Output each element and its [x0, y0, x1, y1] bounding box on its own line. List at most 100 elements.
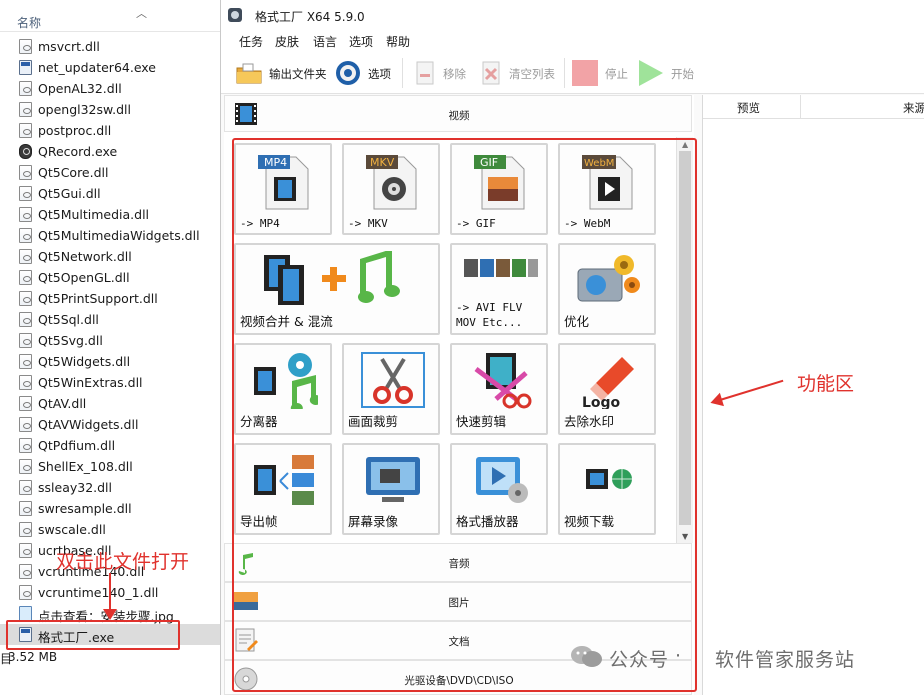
menu-task[interactable]: 任务 — [239, 33, 263, 50]
dll-file-icon — [19, 501, 32, 516]
file-row[interactable]: postproc.dll — [0, 120, 222, 141]
file-name: Qt5Gui.dll — [38, 186, 101, 201]
category-video[interactable]: 视频 — [224, 95, 692, 132]
column-source-label: 来源 — [903, 101, 924, 115]
file-row[interactable]: vcruntime140_1.dll — [0, 582, 222, 603]
file-name: Qt5Multimedia.dll — [38, 207, 150, 222]
dll-file-icon — [19, 585, 32, 600]
app-icon — [228, 8, 242, 22]
start-label: 开始 — [671, 67, 694, 81]
output-folder-button[interactable]: 输出文件夹 — [235, 58, 327, 88]
file-name: opengl32sw.dll — [38, 102, 131, 117]
column-name-label[interactable]: 名称 — [17, 14, 41, 31]
file-row[interactable]: QtAVWidgets.dll — [0, 414, 222, 435]
file-row[interactable]: Qt5Widgets.dll — [0, 351, 222, 372]
file-name: QRecord.exe — [38, 144, 118, 159]
highlight-box-function-area — [232, 138, 697, 692]
menu-language[interactable]: 语言 — [313, 33, 337, 50]
file-row[interactable]: Qt5PrintSupport.dll — [0, 288, 222, 309]
file-row[interactable]: QtAV.dll — [0, 393, 222, 414]
file-row[interactable]: Qt5Svg.dll — [0, 330, 222, 351]
file-name: Qt5Network.dll — [38, 249, 132, 264]
category-video-label: 视频 — [448, 110, 470, 122]
dll-file-icon — [19, 396, 32, 411]
sort-up-icon: ︿ — [136, 7, 147, 20]
clear-list-button[interactable]: 清空列表 — [477, 58, 557, 88]
file-row[interactable]: Qt5WinExtras.dll — [0, 372, 222, 393]
file-name: vcruntime140_1.dll — [38, 585, 159, 600]
output-folder-label: 输出文件夹 — [269, 67, 327, 81]
file-name: Qt5Core.dll — [38, 165, 109, 180]
dll-file-icon — [19, 522, 32, 537]
window-title: 格式工厂 X64 5.9.0 — [255, 10, 365, 24]
dll-file-icon — [19, 165, 32, 180]
file-name: postproc.dll — [38, 123, 112, 138]
file-name: QtAV.dll — [38, 396, 87, 411]
file-name: OpenAL32.dll — [38, 81, 122, 96]
file-row[interactable]: opengl32sw.dll — [0, 99, 222, 120]
dll-file-icon — [19, 438, 32, 453]
menu-options[interactable]: 选项 — [349, 33, 373, 50]
file-name: Qt5Widgets.dll — [38, 354, 131, 369]
dll-file-icon — [19, 543, 32, 558]
column-preview[interactable]: 预览 — [703, 95, 801, 119]
start-button[interactable]: 开始 — [637, 58, 697, 88]
file-name: QtPdfium.dll — [38, 438, 116, 453]
column-preview-label: 预览 — [737, 101, 760, 115]
exe-file-icon — [19, 60, 32, 75]
dll-file-icon — [19, 228, 32, 243]
annotation-dblclick: 双击此文件打开 — [56, 551, 190, 573]
file-row[interactable]: Qt5Gui.dll — [0, 183, 222, 204]
menu-bar: 任务 皮肤 语言 选项 帮助 — [221, 30, 924, 52]
file-row[interactable]: ShellEx_108.dll — [0, 456, 222, 477]
file-row[interactable]: msvcrt.dll — [0, 36, 222, 57]
file-name: Qt5MultimediaWidgets.dll — [38, 228, 200, 243]
file-name: msvcrt.dll — [38, 39, 100, 54]
options-button[interactable]: 选项 — [334, 58, 396, 88]
file-row[interactable]: Qt5Multimedia.dll — [0, 204, 222, 225]
jpg-file-icon — [19, 606, 32, 621]
dll-file-icon — [19, 375, 32, 390]
file-explorer: 名称 ︿ msvcrt.dll net_updater64.exe OpenAL32… — [0, 0, 222, 695]
arrow-down-icon — [103, 573, 117, 620]
file-name: QtAVWidgets.dll — [38, 417, 139, 432]
wechat-icon — [571, 646, 602, 667]
watermark-name: 软件管家服务站 — [715, 649, 856, 671]
remove-button[interactable]: 移除 — [411, 58, 469, 88]
dll-file-icon — [19, 459, 32, 474]
dll-file-icon — [19, 249, 32, 264]
file-name: net_updater64.exe — [38, 60, 156, 75]
stop-label: 停止 — [605, 67, 628, 81]
title-bar[interactable]: 格式工厂 X64 5.9.0 — [221, 0, 924, 30]
file-row[interactable]: net_updater64.exe — [0, 57, 222, 78]
toolbar-separator — [402, 58, 403, 88]
stop-button[interactable]: 停止 — [571, 58, 631, 88]
file-row[interactable]: Qt5Network.dll — [0, 246, 222, 267]
file-row[interactable]: QtPdfium.dll — [0, 435, 222, 456]
file-row[interactable]: ssleay32.dll — [0, 477, 222, 498]
menu-help[interactable]: 帮助 — [386, 33, 410, 50]
remove-label: 移除 — [443, 67, 466, 81]
remove-icon — [416, 61, 434, 85]
column-source[interactable]: 来源 — [801, 95, 924, 119]
file-row[interactable]: Qt5Core.dll — [0, 162, 222, 183]
file-name: Qt5Sql.dll — [38, 312, 99, 327]
file-name: Qt5Svg.dll — [38, 333, 103, 348]
file-row[interactable]: swscale.dll — [0, 519, 222, 540]
options-label: 选项 — [368, 67, 391, 81]
file-row[interactable]: Qt5Sql.dll — [0, 309, 222, 330]
column-header[interactable]: 名称 ︿ — [0, 0, 222, 32]
menu-skin[interactable]: 皮肤 — [275, 33, 299, 50]
clear-list-icon — [482, 61, 500, 85]
file-name: Qt5PrintSupport.dll — [38, 291, 158, 306]
dll-file-icon — [19, 81, 32, 96]
dll-file-icon — [19, 39, 32, 54]
watermark-label: 公众号 — [609, 649, 670, 671]
watermark-separator: · — [675, 645, 682, 667]
dll-file-icon — [19, 354, 32, 369]
file-row[interactable]: Qt5MultimediaWidgets.dll — [0, 225, 222, 246]
file-row[interactable]: Qt5OpenGL.dll — [0, 267, 222, 288]
file-row[interactable]: OpenAL32.dll — [0, 78, 222, 99]
file-row[interactable]: QRecord.exe — [0, 141, 222, 162]
file-row[interactable]: swresample.dll — [0, 498, 222, 519]
